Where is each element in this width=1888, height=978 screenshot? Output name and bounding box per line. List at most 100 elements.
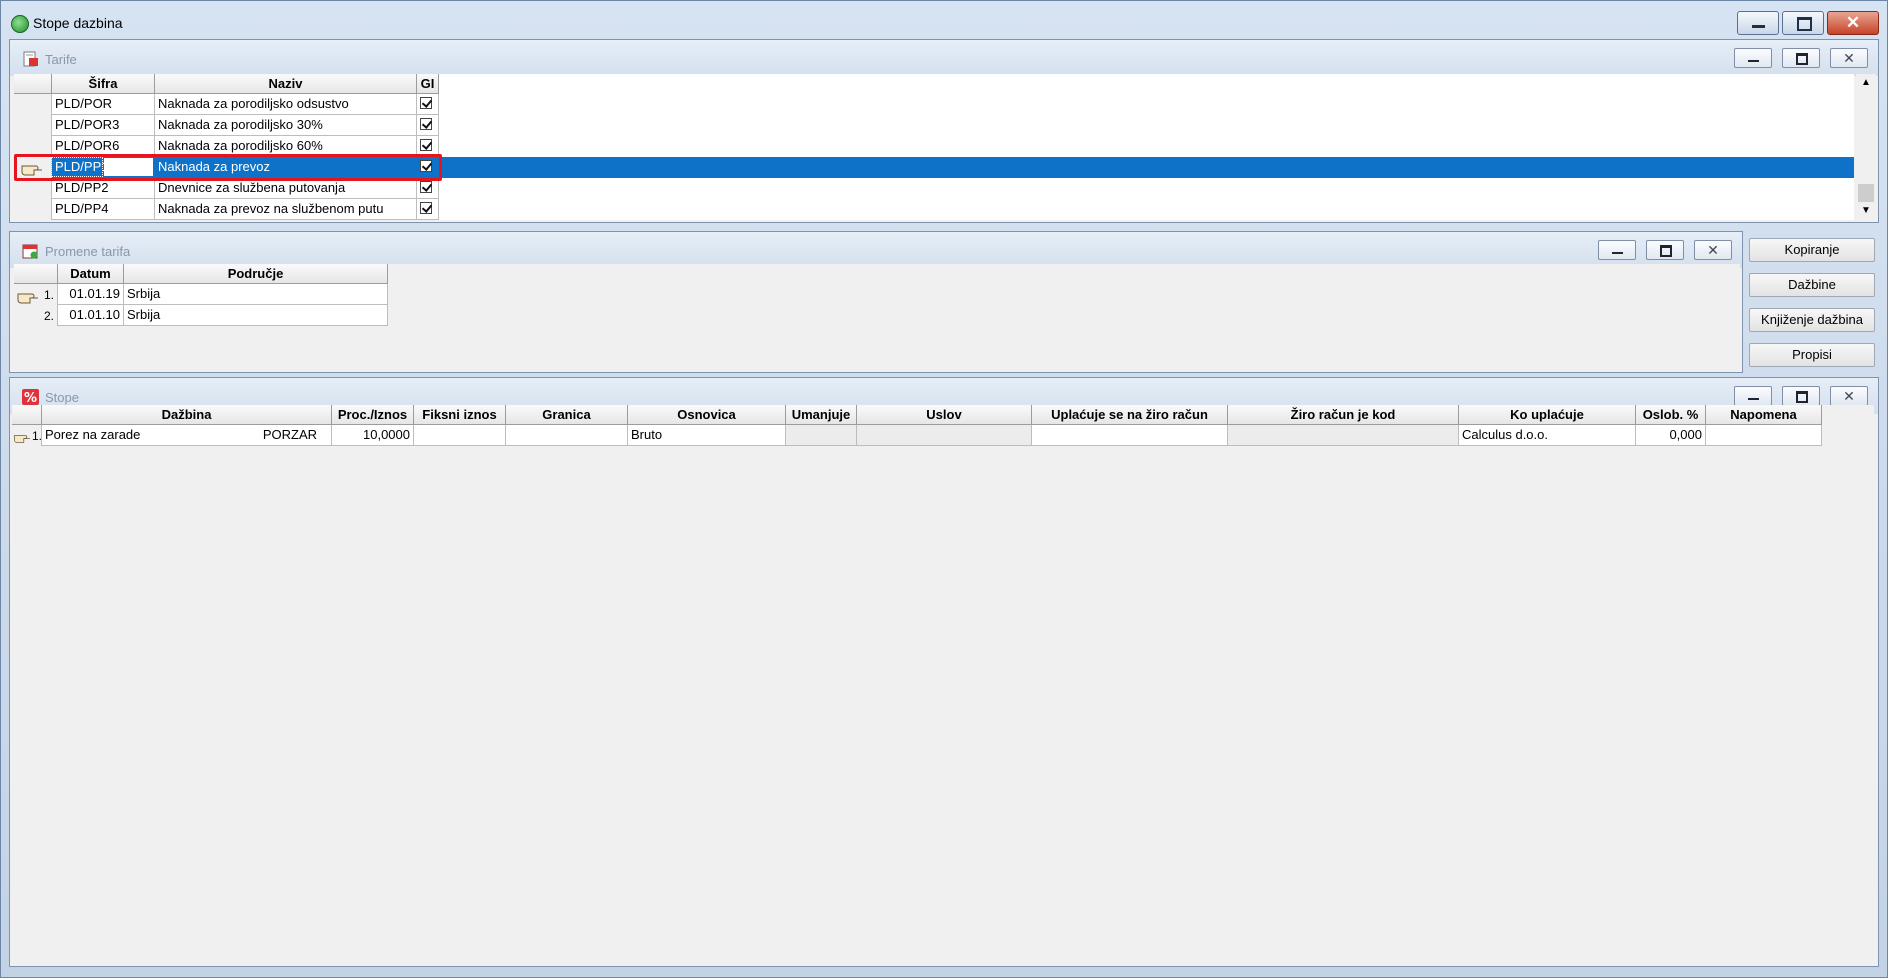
minimize-icon xyxy=(1752,25,1765,28)
tarife-panel: Tarife ✕ Šifra Naziv GI PLD/POR Naknada … xyxy=(9,39,1879,223)
promene-panel-title: Promene tarifa xyxy=(45,244,131,259)
column-header-dazbina[interactable]: Dažbina xyxy=(42,405,332,425)
column-header-uplacuje[interactable]: Uplaćuje se na žiro račun xyxy=(1032,405,1228,425)
tarife-minimize-button[interactable] xyxy=(1734,48,1772,68)
table-cell-osnovica[interactable]: Bruto xyxy=(628,425,786,446)
maximize-icon xyxy=(1796,53,1808,65)
column-header-sifra[interactable]: Šifra xyxy=(52,74,155,94)
table-cell-sifra[interactable]: PLD/POR3 xyxy=(52,115,155,136)
column-header-naziv[interactable]: Naziv xyxy=(155,74,417,94)
scroll-down-icon[interactable]: ▼ xyxy=(1856,202,1876,220)
column-header-gi[interactable]: GI xyxy=(417,74,439,94)
gi-checkbox[interactable] xyxy=(420,118,432,130)
propisi-button[interactable]: Propisi xyxy=(1749,343,1875,367)
table-cell-gi xyxy=(417,94,439,115)
window-close-button[interactable]: ✕ xyxy=(1827,11,1879,35)
table-cell-ziro-kod[interactable] xyxy=(1228,425,1459,446)
table-cell-sifra[interactable]: PLD/PP2 xyxy=(52,178,155,199)
scrollbar-thumb[interactable] xyxy=(1858,184,1874,202)
column-header-napomena[interactable]: Napomena xyxy=(1706,405,1822,425)
table-cell-datum[interactable]: 01.01.10 xyxy=(58,305,124,326)
pointing-hand-icon xyxy=(17,293,38,304)
main-window: Stope dazbina ✕ Tarife ✕ Šifra Naziv GI … xyxy=(0,0,1888,978)
table-cell-podrucje[interactable]: Srbija xyxy=(124,305,388,326)
table-cell-uslov[interactable] xyxy=(857,425,1032,446)
table-cell-oslob[interactable]: 0,000 xyxy=(1636,425,1706,446)
stope-close-button[interactable]: ✕ xyxy=(1830,386,1868,406)
promene-minimize-button[interactable] xyxy=(1598,240,1636,260)
stope-panel-title: Stope xyxy=(45,390,79,405)
tarife-scrollbar[interactable]: ▲ ▼ xyxy=(1856,74,1876,220)
table-cell-proc-iznos[interactable]: 10,0000 xyxy=(332,425,414,446)
knjizenje-dazbina-button[interactable]: Knjiženje dažbina xyxy=(1749,308,1875,332)
table-cell-sifra[interactable]: PLD/PP4 xyxy=(52,199,155,220)
column-header-datum[interactable]: Datum xyxy=(58,264,124,284)
table-cell-dazbina[interactable]: Porez na zarade PORZAR xyxy=(42,425,332,446)
calendar-icon xyxy=(22,244,38,259)
kopiranje-button[interactable]: Kopiranje xyxy=(1749,238,1875,262)
table-cell-gi xyxy=(417,115,439,136)
table-cell-uplacuje[interactable] xyxy=(1032,425,1228,446)
promene-close-button[interactable]: ✕ xyxy=(1694,240,1732,260)
column-header-oslob[interactable]: Oslob. % xyxy=(1636,405,1706,425)
close-icon: ✕ xyxy=(1843,50,1855,66)
stope-grid: Dažbina Proc./Iznos Fiksni iznos Granica… xyxy=(12,405,1874,963)
column-header-osnovica[interactable]: Osnovica xyxy=(628,405,786,425)
gi-checkbox[interactable] xyxy=(420,139,432,151)
gi-checkbox[interactable] xyxy=(420,181,432,193)
dazbina-name: Porez na zarade xyxy=(45,427,141,442)
table-cell-naziv[interactable]: Naknada za porodiljsko 30% xyxy=(155,115,417,136)
row-number: 1. xyxy=(32,429,43,443)
tarife-corner-header xyxy=(14,74,52,94)
tariff-document-icon xyxy=(23,51,38,67)
column-header-ziro-kod[interactable]: Žiro račun je kod xyxy=(1228,405,1459,425)
maximize-icon xyxy=(1796,391,1808,403)
table-cell-naziv[interactable]: Naknada za prevoz na službenom putu xyxy=(155,199,417,220)
table-cell-datum[interactable]: 01.01.19 xyxy=(58,284,124,305)
minimize-icon xyxy=(1748,60,1759,62)
row-number: 2. xyxy=(44,309,55,323)
table-cell-umanjuje[interactable] xyxy=(786,425,857,446)
table-cell-podrucje[interactable]: Srbija xyxy=(124,284,388,305)
maximize-icon xyxy=(1660,245,1672,257)
window-maximize-button[interactable] xyxy=(1782,11,1824,35)
promene-panel: Promene tarifa ✕ Datum Područje 1. 2. 01… xyxy=(9,231,1743,373)
stope-corner-header xyxy=(12,405,42,425)
tarife-grid: Šifra Naziv GI PLD/POR Naknada za porodi… xyxy=(14,74,1854,220)
scroll-up-icon[interactable]: ▲ xyxy=(1856,74,1876,92)
table-cell-fiksni-iznos[interactable] xyxy=(414,425,506,446)
highlight-box xyxy=(14,154,442,181)
row-number: 1. xyxy=(44,288,55,302)
table-cell-gi xyxy=(417,199,439,220)
column-header-granica[interactable]: Granica xyxy=(506,405,628,425)
column-header-fiksni-iznos[interactable]: Fiksni iznos xyxy=(414,405,506,425)
tarife-close-button[interactable]: ✕ xyxy=(1830,48,1868,68)
column-header-proc-iznos[interactable]: Proc./Iznos xyxy=(332,405,414,425)
promene-maximize-button[interactable] xyxy=(1646,240,1684,260)
dazbina-code: PORZAR xyxy=(262,427,317,442)
table-cell-naziv[interactable]: Naknada za porodiljsko odsustvo xyxy=(155,94,417,115)
promene-grid: Datum Područje 1. 2. 01.01.19 Srbija 01.… xyxy=(14,264,1740,370)
dazbine-button[interactable]: Dažbine xyxy=(1749,273,1875,297)
gi-checkbox[interactable] xyxy=(420,97,432,109)
table-cell-napomena[interactable] xyxy=(1706,425,1822,446)
gi-checkbox[interactable] xyxy=(420,202,432,214)
minimize-icon xyxy=(1748,398,1759,400)
tarife-maximize-button[interactable] xyxy=(1782,48,1820,68)
column-header-uslov[interactable]: Uslov xyxy=(857,405,1032,425)
promene-corner-header xyxy=(14,264,58,284)
column-header-podrucje[interactable]: Područje xyxy=(124,264,388,284)
stope-maximize-button[interactable] xyxy=(1782,386,1820,406)
window-minimize-button[interactable] xyxy=(1737,11,1779,35)
stope-minimize-button[interactable] xyxy=(1734,386,1772,406)
table-cell-naziv[interactable]: Dnevnice za službena putovanja xyxy=(155,178,417,199)
table-cell-ko-uplacuje[interactable]: Calculus d.o.o. xyxy=(1459,425,1636,446)
column-header-ko-uplacuje[interactable]: Ko uplaćuje xyxy=(1459,405,1636,425)
table-cell-granica[interactable] xyxy=(506,425,628,446)
table-cell-sifra[interactable]: PLD/POR xyxy=(52,94,155,115)
column-header-umanjuje[interactable]: Umanjuje xyxy=(786,405,857,425)
stope-panel: % Stope ✕ Dažbina Proc./Iznos Fiksni izn… xyxy=(9,377,1879,967)
close-icon: ✕ xyxy=(1843,388,1855,404)
app-icon xyxy=(11,15,29,33)
tarife-panel-title: Tarife xyxy=(45,52,77,67)
